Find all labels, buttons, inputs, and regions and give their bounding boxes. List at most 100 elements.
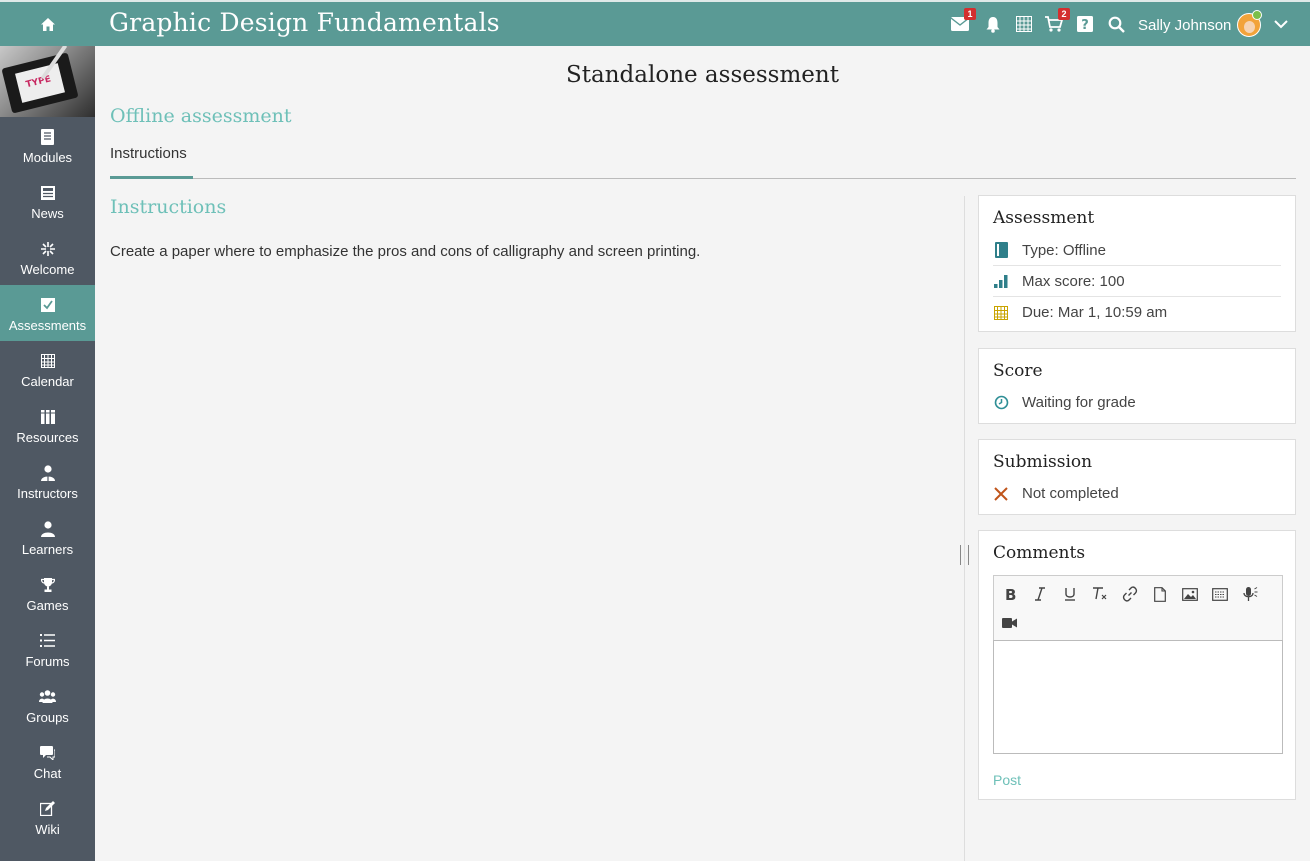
notifications-button[interactable] (983, 14, 1003, 34)
messages-badge: 1 (964, 8, 976, 20)
italic-button[interactable] (1028, 582, 1052, 606)
record-audio-button[interactable] (1238, 582, 1262, 606)
score-card: Score Waiting for grade (978, 348, 1296, 424)
embed-button[interactable] (1208, 582, 1232, 606)
calendar-button[interactable] (1014, 14, 1034, 34)
sidebar-item-welcome[interactable]: Welcome (0, 229, 95, 285)
cart-button[interactable]: 2 (1044, 8, 1070, 34)
list-icon (40, 634, 55, 647)
online-status-dot (1252, 10, 1262, 20)
newspaper-icon (40, 185, 55, 200)
tab-instructions[interactable]: Instructions (110, 145, 187, 162)
sidebar-item-news[interactable]: News (0, 173, 95, 229)
remove-format-icon (1093, 587, 1107, 600)
link-button[interactable] (1118, 582, 1142, 606)
sidebar-item-label: Groups (26, 709, 69, 725)
sidebar-item-label: Welcome (20, 261, 75, 277)
svg-text:?: ? (1081, 18, 1089, 32)
calendar-icon (994, 305, 1008, 320)
assessment-subtitle: Offline assessment (110, 105, 292, 127)
sidebar-item-assessments[interactable]: Assessments (0, 285, 95, 341)
bold-icon: B (1005, 587, 1016, 601)
bar-chart-icon (994, 275, 1008, 288)
comments-card: Comments B Post (978, 530, 1296, 800)
instructor-icon (40, 464, 55, 481)
sidebar-item-label: Assessments (8, 317, 87, 333)
underline-button[interactable] (1058, 582, 1082, 606)
sidebar-item-label: Learners (21, 541, 74, 557)
sidebar-item-groups[interactable]: Groups (0, 677, 95, 733)
image-icon (1182, 587, 1198, 601)
person-icon (40, 520, 55, 537)
sidebar-item-label: Chat (33, 765, 62, 781)
app-title: Graphic Design Fundamentals (109, 8, 500, 37)
comment-editor[interactable] (993, 640, 1283, 754)
book-icon (994, 242, 1008, 258)
sidebar-item-chat[interactable]: Chat (0, 733, 95, 789)
embed-icon (1212, 587, 1228, 601)
group-icon (39, 690, 56, 703)
sidebar-item-label: Instructors (17, 485, 78, 501)
score-status-row: Waiting for grade (993, 387, 1281, 418)
sidebar-item-forums[interactable]: Forums (0, 621, 95, 677)
assessment-info-card: Assessment Type: Offline Max score: 100 … (978, 195, 1296, 332)
card-title: Assessment (993, 208, 1095, 228)
sidebar-item-label: Resources (16, 429, 79, 445)
sidebar: TYPE Modules News Welcome Assessments Ca… (0, 46, 95, 861)
sidebar-item-modules[interactable]: Modules (0, 117, 95, 173)
chevron-down-icon (1274, 20, 1288, 29)
image-button[interactable] (1178, 582, 1202, 606)
microphone-icon (1243, 587, 1258, 601)
due-date: Due: Mar 1, 10:59 am (1022, 304, 1168, 321)
help-button[interactable]: ? (1075, 14, 1095, 34)
card-title: Comments (993, 543, 1086, 563)
clock-icon (994, 395, 1008, 410)
books-icon (40, 409, 55, 424)
sidebar-item-resources[interactable]: Resources (0, 397, 95, 453)
course-thumbnail[interactable]: TYPE (0, 46, 95, 117)
instructions-text: Create a paper where to emphasize the pr… (110, 243, 701, 260)
sidebar-item-label: News (31, 205, 64, 221)
user-menu-toggle[interactable] (1274, 16, 1288, 34)
sidebar-item-label: Wiki (35, 821, 60, 837)
home-button[interactable] (0, 2, 95, 46)
link-icon (1122, 586, 1138, 602)
edit-icon (40, 801, 55, 816)
panel-divider (964, 196, 965, 861)
chat-icon (40, 745, 55, 760)
italic-icon (1035, 587, 1045, 601)
help-icon: ? (1077, 16, 1093, 32)
sidebar-item-games[interactable]: Games (0, 565, 95, 621)
home-icon (40, 17, 55, 31)
due-date-row: Due: Mar 1, 10:59 am (993, 297, 1281, 328)
instructions-heading: Instructions (110, 196, 227, 218)
book-icon (41, 128, 54, 145)
card-title: Submission (993, 452, 1093, 472)
user-name[interactable]: Sally Johnson (1138, 17, 1231, 34)
cart-badge: 2 (1058, 8, 1070, 20)
sidebar-item-wiki[interactable]: Wiki (0, 789, 95, 845)
bell-icon (986, 16, 1000, 33)
sidebar-item-calendar[interactable]: Calendar (0, 341, 95, 397)
page-title: Standalone assessment (566, 62, 839, 88)
video-camera-icon (1002, 618, 1017, 628)
sparkle-icon (40, 241, 55, 256)
remove-format-button[interactable] (1088, 582, 1112, 606)
close-icon (994, 486, 1008, 501)
top-bar: Graphic Design Fundamentals 1 2 ? Sally … (0, 0, 1310, 46)
file-button[interactable] (1148, 582, 1172, 606)
file-icon (1154, 586, 1166, 602)
active-tab-indicator (110, 176, 193, 179)
search-button[interactable] (1106, 14, 1126, 34)
sidebar-item-label: Games (26, 597, 69, 613)
panel-resize-handle[interactable] (960, 545, 969, 565)
max-score: Max score: 100 (1022, 272, 1125, 290)
messages-button[interactable]: 1 (950, 8, 976, 34)
sidebar-item-instructors[interactable]: Instructors (0, 453, 95, 509)
assessment-type: Type: Offline (1022, 241, 1106, 259)
record-video-button[interactable] (998, 611, 1022, 635)
post-button[interactable]: Post (993, 772, 1021, 788)
checkbox-icon (40, 297, 55, 312)
sidebar-item-learners[interactable]: Learners (0, 509, 95, 565)
bold-button[interactable]: B (998, 582, 1022, 606)
